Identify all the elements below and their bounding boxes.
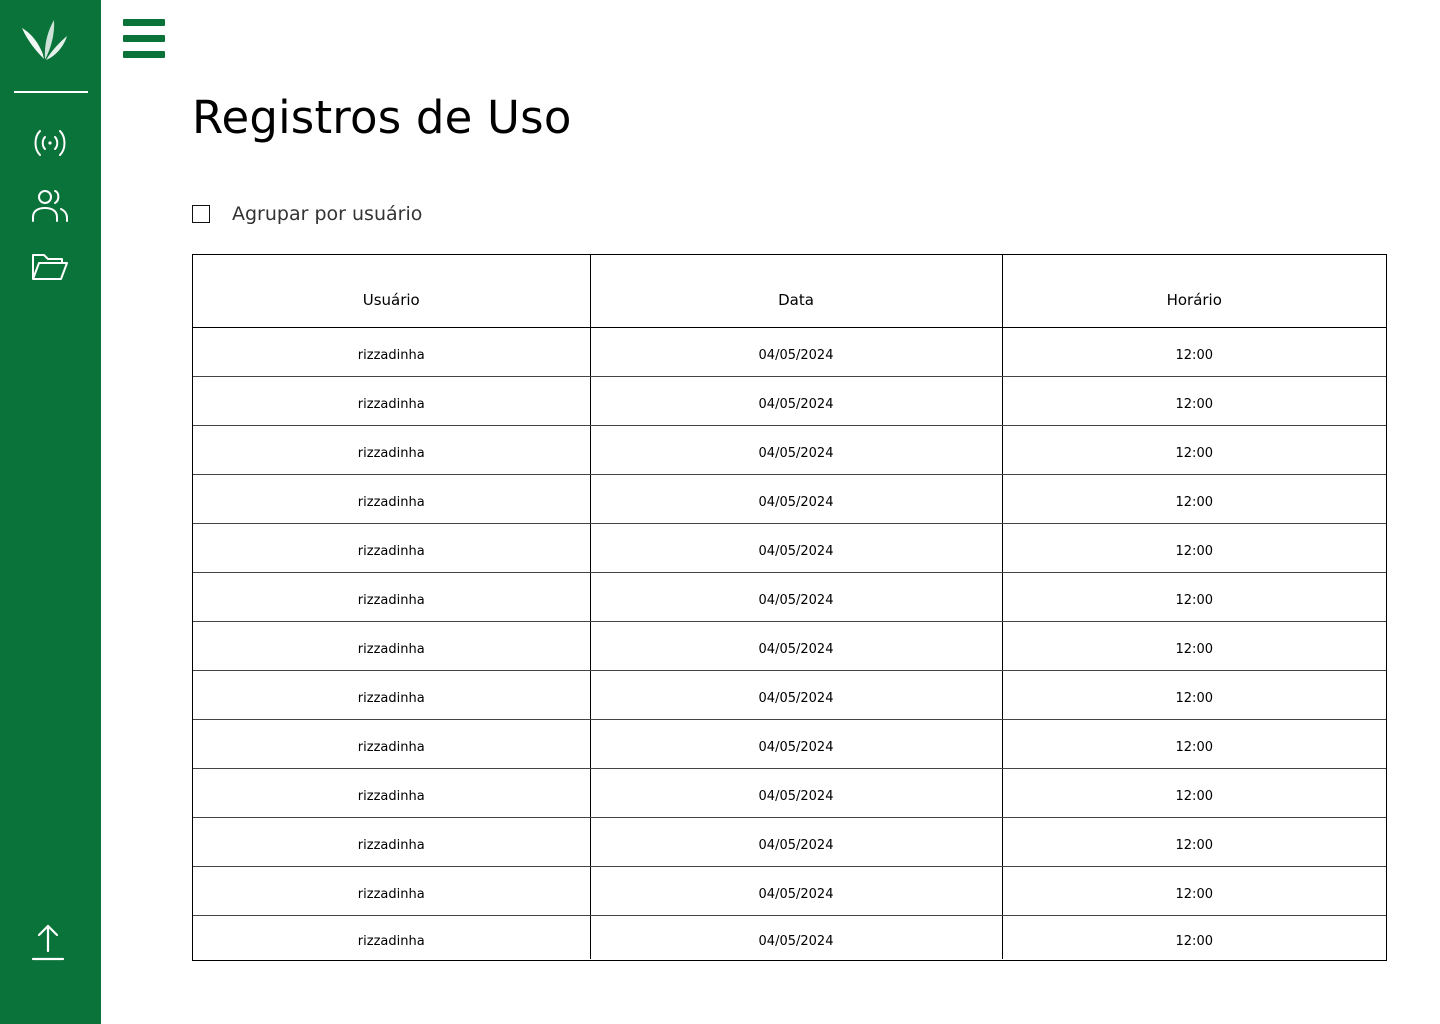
cell-time: 12:00	[1002, 866, 1386, 916]
cell-time: 12:00	[1002, 719, 1386, 769]
table-row: rizzadinha 04/05/2024 12:00	[193, 915, 1386, 959]
cell-time: 12:00	[1002, 670, 1386, 720]
table-row: rizzadinha 04/05/2024 12:00	[193, 719, 1386, 769]
cell-time: 12:00	[1002, 376, 1386, 426]
cell-time: 12:00	[1002, 474, 1386, 524]
column-header-time: Horário	[1002, 255, 1386, 328]
hamburger-menu-icon[interactable]	[123, 19, 166, 58]
cell-user: rizzadinha	[193, 572, 591, 622]
table-row: rizzadinha 04/05/2024 12:00	[193, 327, 1386, 377]
sidebar-item-files[interactable]	[28, 245, 72, 289]
cell-date: 04/05/2024	[590, 523, 1003, 573]
group-by-user-label: Agrupar por usuário	[232, 203, 423, 225]
cell-date: 04/05/2024	[590, 621, 1003, 671]
cell-user: rizzadinha	[193, 425, 591, 475]
cell-time: 12:00	[1002, 768, 1386, 818]
table-row: rizzadinha 04/05/2024 12:00	[193, 768, 1386, 818]
broadcast-icon	[32, 127, 68, 159]
table-row: rizzadinha 04/05/2024 12:00	[193, 425, 1386, 475]
cell-user: rizzadinha	[193, 915, 591, 959]
cell-time: 12:00	[1002, 327, 1386, 377]
sidebar-divider	[14, 91, 88, 93]
cell-user: rizzadinha	[193, 768, 591, 818]
cell-user: rizzadinha	[193, 523, 591, 573]
group-by-user-toggle[interactable]: Agrupar por usuário	[192, 201, 422, 227]
table-row: rizzadinha 04/05/2024 12:00	[193, 474, 1386, 524]
cell-user: rizzadinha	[193, 376, 591, 426]
table-row: rizzadinha 04/05/2024 12:00	[193, 376, 1386, 426]
cell-time: 12:00	[1002, 425, 1386, 475]
group-by-user-checkbox[interactable]	[192, 205, 210, 223]
cell-user: rizzadinha	[193, 327, 591, 377]
column-header-user: Usuário	[193, 255, 591, 328]
table-row: rizzadinha 04/05/2024 12:00	[193, 866, 1386, 916]
upload-button[interactable]	[26, 922, 70, 966]
cell-date: 04/05/2024	[590, 376, 1003, 426]
page-title: Registros de Uso	[192, 91, 572, 144]
cell-user: rizzadinha	[193, 621, 591, 671]
cell-date: 04/05/2024	[590, 866, 1003, 916]
cell-user: rizzadinha	[193, 817, 591, 867]
upload-icon	[31, 923, 65, 965]
cell-user: rizzadinha	[193, 719, 591, 769]
cell-time: 12:00	[1002, 572, 1386, 622]
usage-records-table: Usuário Data Horário rizzadinha 04/05/202…	[192, 254, 1387, 961]
cell-user: rizzadinha	[193, 670, 591, 720]
sidebar-item-users[interactable]	[28, 183, 72, 227]
cell-time: 12:00	[1002, 523, 1386, 573]
cell-date: 04/05/2024	[590, 915, 1003, 959]
cell-date: 04/05/2024	[590, 670, 1003, 720]
cell-user: rizzadinha	[193, 866, 591, 916]
cell-user: rizzadinha	[193, 474, 591, 524]
users-icon	[31, 187, 69, 223]
cell-time: 12:00	[1175, 933, 1213, 949]
table-row: rizzadinha 04/05/2024 12:00	[193, 523, 1386, 573]
cell-date: 04/05/2024	[590, 768, 1003, 818]
sidebar-item-broadcast[interactable]	[28, 121, 72, 165]
sidebar	[0, 0, 101, 1024]
column-header-date: Data	[590, 255, 1003, 328]
cell-time: 12:00	[1002, 817, 1386, 867]
cell-date: 04/05/2024	[590, 719, 1003, 769]
cell-date: 04/05/2024	[590, 817, 1003, 867]
leaf-logo	[20, 16, 70, 62]
cell-time: 12:00	[1002, 621, 1386, 671]
cell-date: 04/05/2024	[590, 425, 1003, 475]
table-row: rizzadinha 04/05/2024 12:00	[193, 670, 1386, 720]
table-header-row: Usuário Data Horário	[193, 255, 1386, 328]
table-row: rizzadinha 04/05/2024 12:00	[193, 572, 1386, 622]
folder-open-icon	[31, 251, 69, 283]
cell-date: 04/05/2024	[590, 474, 1003, 524]
cell-date: 04/05/2024	[590, 327, 1003, 377]
table-row: rizzadinha 04/05/2024 12:00	[193, 817, 1386, 867]
cell-date: 04/05/2024	[590, 572, 1003, 622]
table-row: rizzadinha 04/05/2024 12:00	[193, 621, 1386, 671]
